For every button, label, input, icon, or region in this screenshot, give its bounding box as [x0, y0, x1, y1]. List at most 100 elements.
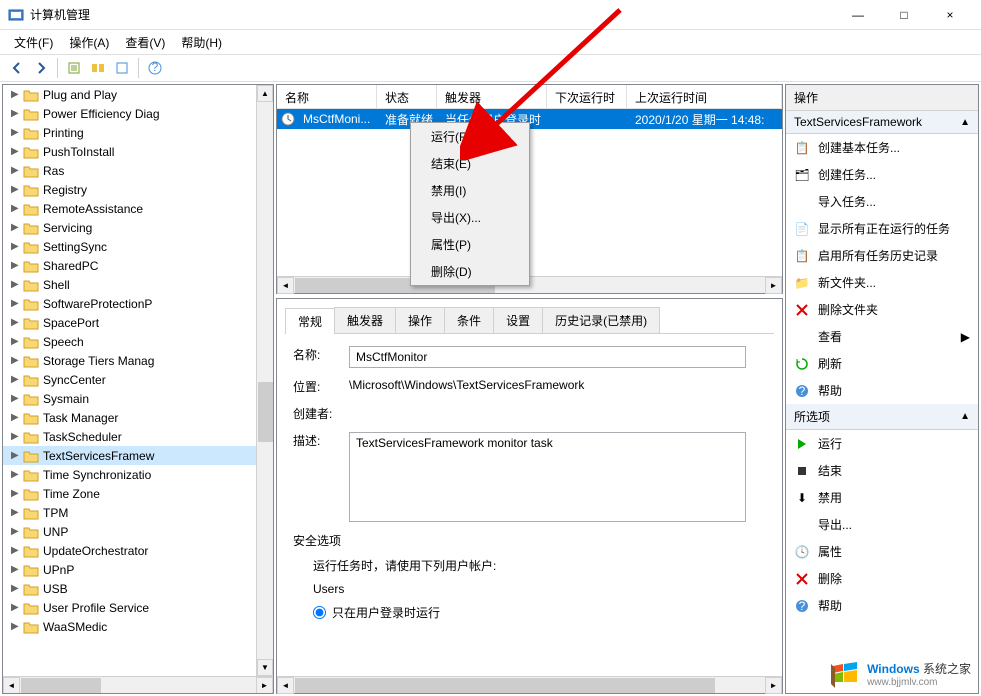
tree-item[interactable]: ▶UPnP: [3, 560, 273, 579]
tree-vscroll[interactable]: ▲ ▼: [256, 85, 273, 676]
expand-icon[interactable]: ▶: [11, 336, 23, 347]
tree-item[interactable]: ▶RemoteAssistance: [3, 199, 273, 218]
action-enable-history[interactable]: 📋启用所有任务历史记录: [786, 242, 978, 269]
help-button[interactable]: ?: [144, 57, 166, 79]
tree-item[interactable]: ▶Servicing: [3, 218, 273, 237]
tree-item[interactable]: ▶Storage Tiers Manag: [3, 351, 273, 370]
expand-icon[interactable]: ▶: [11, 165, 23, 176]
action-delete-folder[interactable]: 删除文件夹: [786, 296, 978, 323]
tree-item[interactable]: ▶TextServicesFramew: [3, 446, 273, 465]
tree-item[interactable]: ▶TaskScheduler: [3, 427, 273, 446]
minimize-button[interactable]: —: [835, 0, 881, 30]
action-new-folder[interactable]: 📁新文件夹...: [786, 269, 978, 296]
tab-triggers[interactable]: 触发器: [334, 307, 396, 333]
expand-icon[interactable]: ▶: [11, 488, 23, 499]
expand-icon[interactable]: ▶: [11, 564, 23, 575]
col-next-run[interactable]: 下次运行时间: [547, 85, 627, 108]
expand-icon[interactable]: ▶: [11, 374, 23, 385]
menu-view[interactable]: 查看(V): [117, 31, 173, 54]
tool-button-3[interactable]: [111, 57, 133, 79]
expand-icon[interactable]: ▶: [11, 469, 23, 480]
tree-item[interactable]: ▶SettingSync: [3, 237, 273, 256]
menu-help[interactable]: 帮助(H): [173, 31, 230, 54]
scroll-left-icon[interactable]: ◄: [3, 677, 20, 694]
tree-item[interactable]: ▶Power Efficiency Diag: [3, 104, 273, 123]
tree-item[interactable]: ▶SharedPC: [3, 256, 273, 275]
close-button[interactable]: ×: [927, 0, 973, 30]
expand-icon[interactable]: ▶: [11, 602, 23, 613]
tab-general[interactable]: 常规: [285, 308, 335, 334]
expand-icon[interactable]: ▶: [11, 260, 23, 271]
expand-icon[interactable]: ▶: [11, 222, 23, 233]
detail-hscroll[interactable]: ◄ ►: [277, 676, 782, 693]
expand-icon[interactable]: ▶: [11, 127, 23, 138]
tab-history[interactable]: 历史记录(已禁用): [542, 307, 660, 333]
action-help[interactable]: ?帮助: [786, 377, 978, 404]
tree-item[interactable]: ▶Sysmain: [3, 389, 273, 408]
tree-item[interactable]: ▶SpacePort: [3, 313, 273, 332]
ctx-properties[interactable]: 属性(P): [411, 231, 529, 258]
ctx-disable[interactable]: 禁用(I): [411, 177, 529, 204]
radio-logged-on[interactable]: [313, 606, 326, 619]
maximize-button[interactable]: □: [881, 0, 927, 30]
expand-icon[interactable]: ▶: [11, 393, 23, 404]
tab-conditions[interactable]: 条件: [444, 307, 494, 333]
tab-actions[interactable]: 操作: [395, 307, 445, 333]
tree-item[interactable]: ▶UpdateOrchestrator: [3, 541, 273, 560]
forward-button[interactable]: [30, 57, 52, 79]
action-delete[interactable]: 删除: [786, 565, 978, 592]
expand-icon[interactable]: ▶: [11, 431, 23, 442]
action-properties[interactable]: 🕓属性: [786, 538, 978, 565]
expand-icon[interactable]: ▶: [11, 279, 23, 290]
action-show-running[interactable]: 📄显示所有正在运行的任务: [786, 215, 978, 242]
action-create-basic[interactable]: 📋创建基本任务...: [786, 134, 978, 161]
tree-item[interactable]: ▶UNP: [3, 522, 273, 541]
action-view[interactable]: 查看▶: [786, 323, 978, 350]
tree-item[interactable]: ▶SoftwareProtectionP: [3, 294, 273, 313]
expand-icon[interactable]: ▶: [11, 412, 23, 423]
description-field[interactable]: TextServicesFramework monitor task: [349, 432, 746, 522]
tree-item[interactable]: ▶Time Zone: [3, 484, 273, 503]
tree-item[interactable]: ▶SyncCenter: [3, 370, 273, 389]
action-disable[interactable]: ⬇禁用: [786, 484, 978, 511]
ctx-export[interactable]: 导出(X)...: [411, 204, 529, 231]
scroll-thumb[interactable]: [295, 678, 715, 693]
tree-item[interactable]: ▶Plug and Play: [3, 85, 273, 104]
tool-button-1[interactable]: [63, 57, 85, 79]
action-help-2[interactable]: ?帮助: [786, 592, 978, 619]
actions-group-2[interactable]: 所选项 ▲: [786, 404, 978, 430]
back-button[interactable]: [6, 57, 28, 79]
expand-icon[interactable]: ▶: [11, 184, 23, 195]
action-run[interactable]: 运行: [786, 430, 978, 457]
name-field[interactable]: MsCtfMonitor: [349, 346, 746, 368]
expand-icon[interactable]: ▶: [11, 89, 23, 100]
tree-item[interactable]: ▶Registry: [3, 180, 273, 199]
tree-item[interactable]: ▶Ras: [3, 161, 273, 180]
tree-item[interactable]: ▶TPM: [3, 503, 273, 522]
ctx-run[interactable]: 运行(R): [411, 123, 529, 150]
expand-icon[interactable]: ▶: [11, 507, 23, 518]
expand-icon[interactable]: ▶: [11, 583, 23, 594]
col-triggers[interactable]: 触发器: [437, 85, 547, 108]
scroll-thumb[interactable]: [258, 382, 273, 442]
col-status[interactable]: 状态: [377, 85, 437, 108]
tree-item[interactable]: ▶Task Manager: [3, 408, 273, 427]
scroll-right-icon[interactable]: ►: [765, 277, 782, 294]
tree-item[interactable]: ▶PushToInstall: [3, 142, 273, 161]
expand-icon[interactable]: ▶: [11, 526, 23, 537]
tab-settings[interactable]: 设置: [493, 307, 543, 333]
tree-item[interactable]: ▶WaaSMedic: [3, 617, 273, 636]
actions-group-1[interactable]: TextServicesFramework ▲: [786, 111, 978, 134]
expand-icon[interactable]: ▶: [11, 241, 23, 252]
tree-scroll[interactable]: ▶Plug and Play▶Power Efficiency Diag▶Pri…: [3, 85, 273, 676]
scroll-down-icon[interactable]: ▼: [257, 659, 273, 676]
tree-item[interactable]: ▶Speech: [3, 332, 273, 351]
scroll-right-icon[interactable]: ►: [765, 677, 782, 694]
scroll-thumb[interactable]: [21, 678, 101, 693]
tree-item[interactable]: ▶Shell: [3, 275, 273, 294]
expand-icon[interactable]: ▶: [11, 146, 23, 157]
tree-item[interactable]: ▶Time Synchronizatio: [3, 465, 273, 484]
ctx-delete[interactable]: 删除(D): [411, 258, 529, 285]
tree-item[interactable]: ▶USB: [3, 579, 273, 598]
scroll-left-icon[interactable]: ◄: [277, 277, 294, 294]
